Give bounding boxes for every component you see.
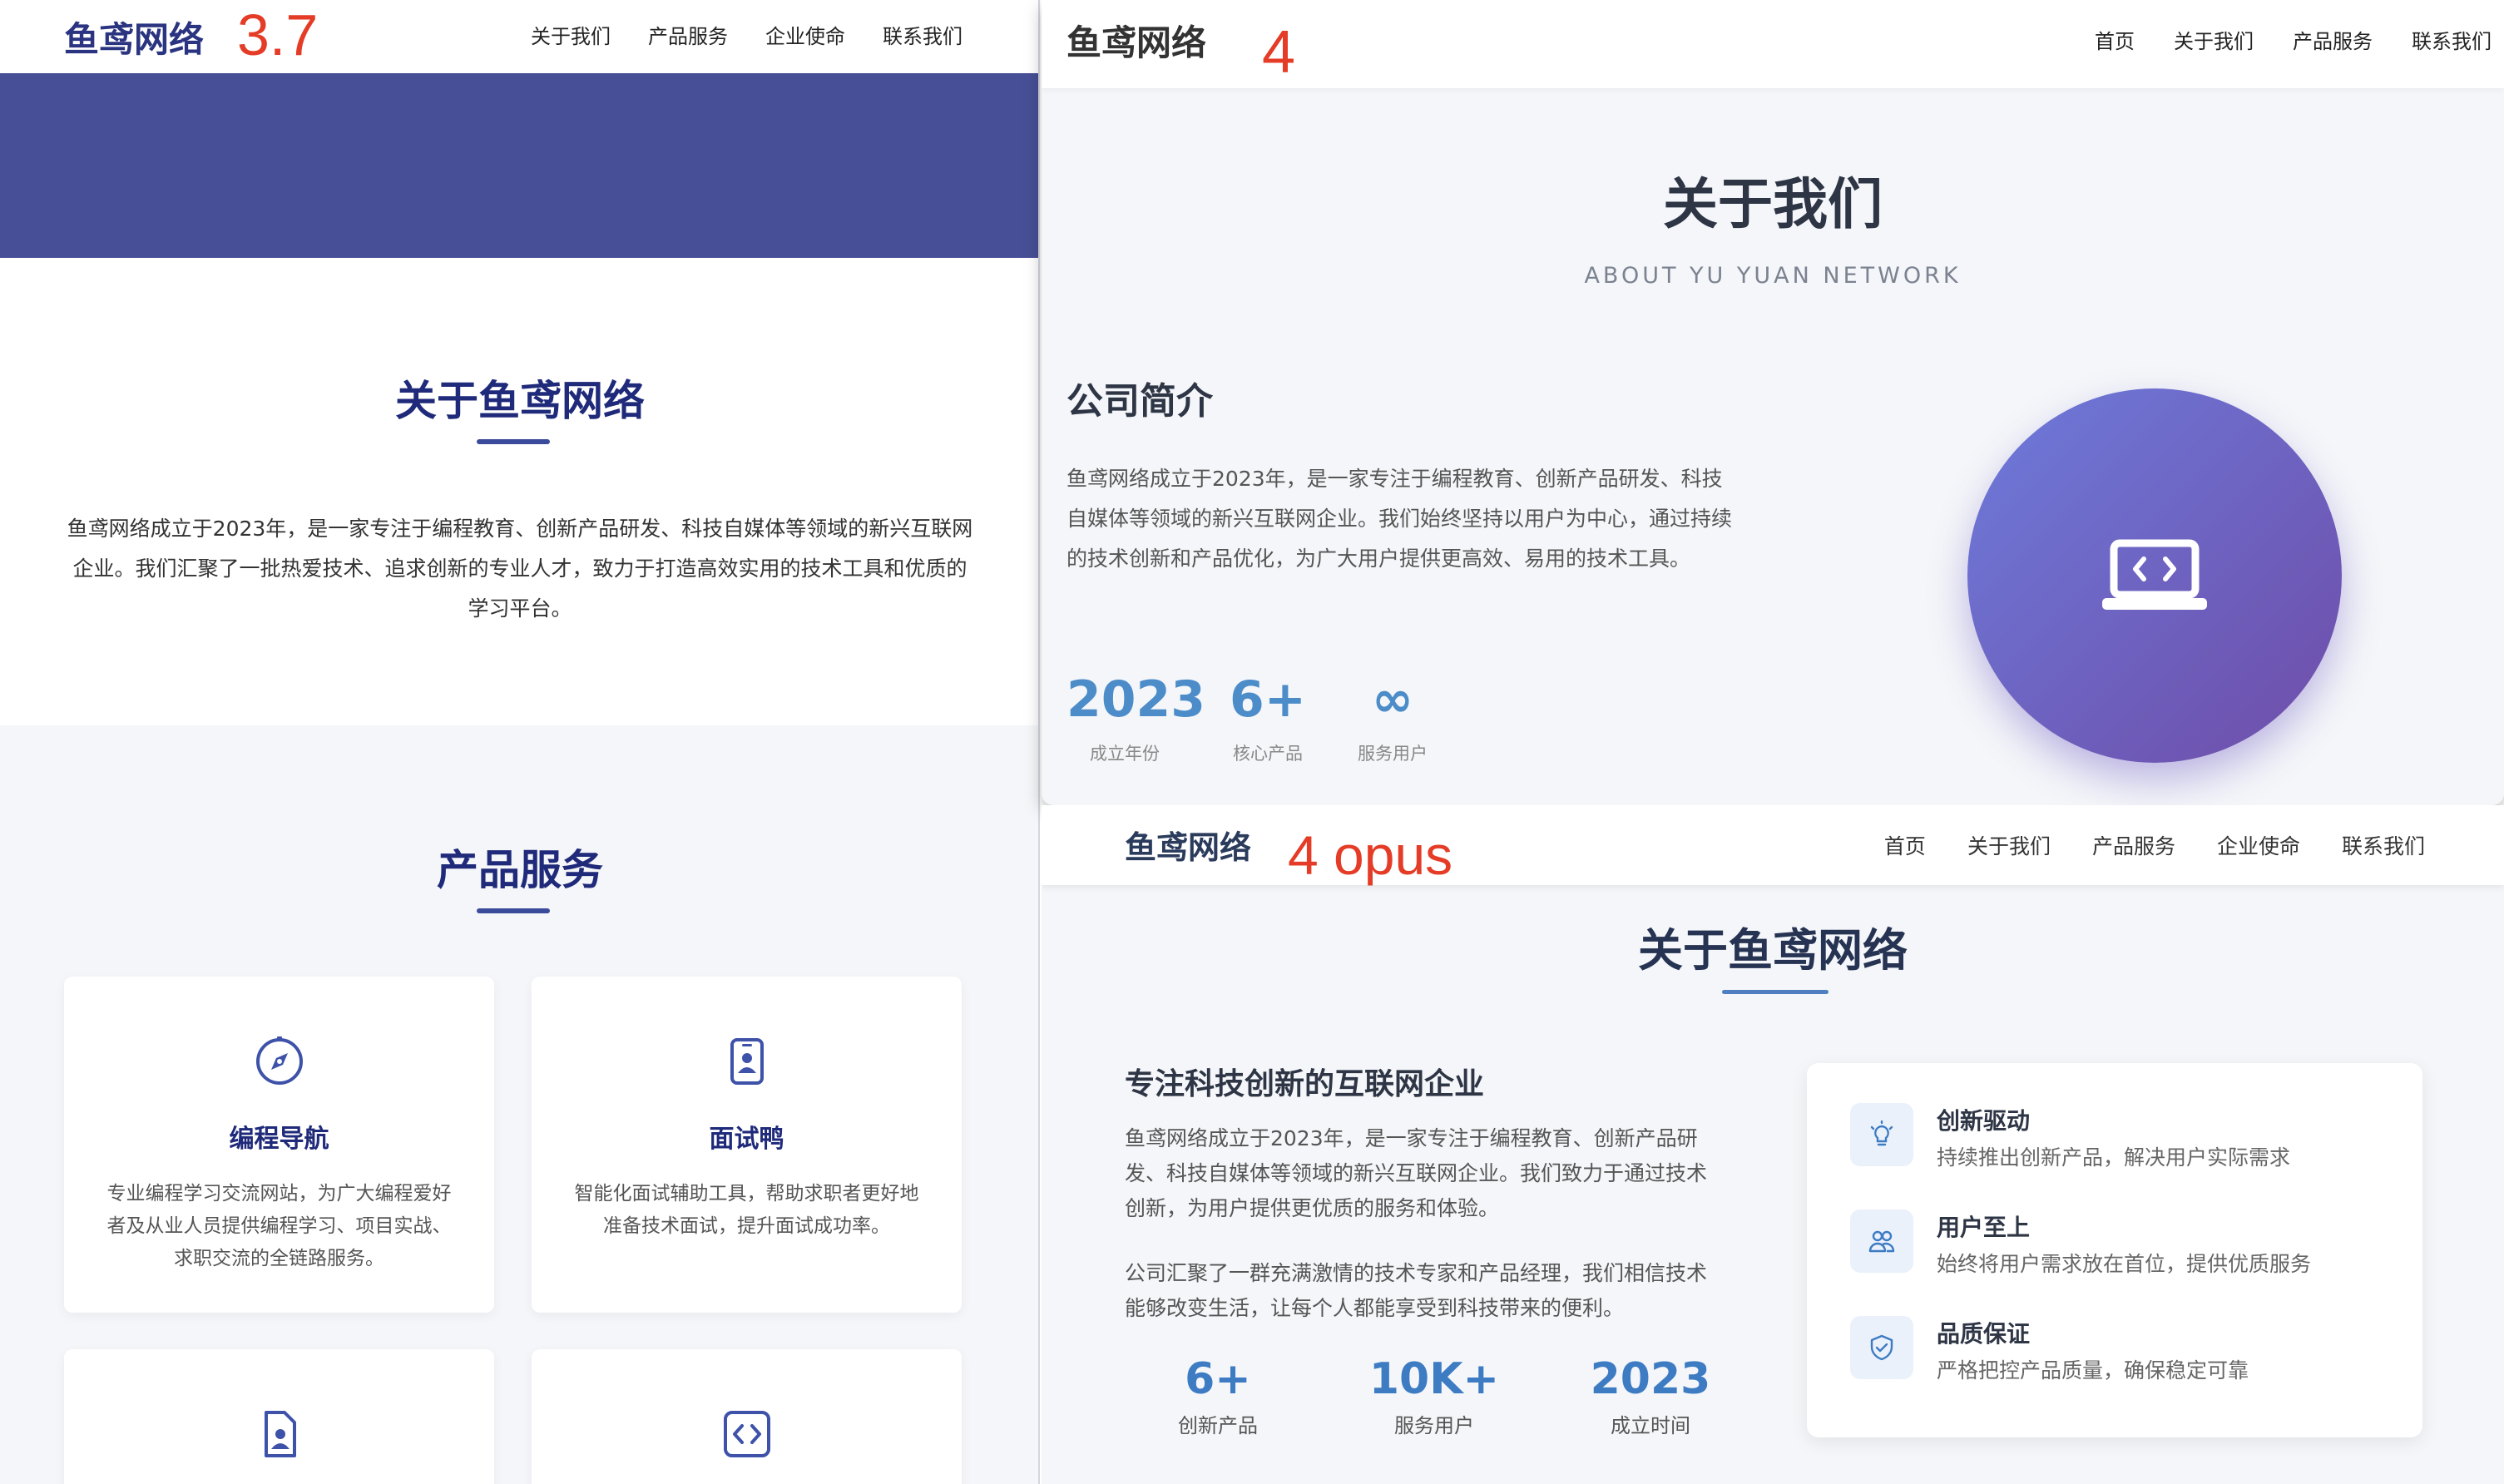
product-card[interactable]: 编程导航 专业编程学习交流网站，为广大编程爱好者及从业人员提供编程学习、项目实战…: [64, 977, 494, 1313]
logo[interactable]: 鱼鸢网络: [1066, 15, 1206, 66]
nav-link-products[interactable]: 产品服务: [648, 20, 728, 49]
feature-title: 创新驱动: [1937, 1107, 2031, 1135]
nav-link-mission[interactable]: 企业使命: [2217, 830, 2300, 860]
card-desc: 智能化面试辅助工具，帮助求职者更好地准备技术面试，提升面试成功率。: [574, 1183, 919, 1237]
card-desc: 专业编程学习交流网站，为广大编程爱好者及从业人员提供编程学习、项目实战、求职交流…: [106, 1183, 452, 1269]
card-title: 面试鸭: [709, 1125, 784, 1154]
navbar: 鱼鸢网络 3.7 关于我们 产品服务 企业使命 联系我们: [0, 0, 1038, 73]
hero-subtitle: ABOUT YU YUAN NETWORK: [1584, 263, 1962, 289]
nav-link-contact[interactable]: 联系我们: [2412, 25, 2492, 54]
feature-desc: 始终将用户需求放在首位，提供优质服务: [1937, 1252, 2312, 1276]
version-4-panel: 鱼鸢网络 4 首页 关于我们 产品服务 联系我们 关于我们 ABOUT YU Y…: [1042, 0, 2504, 805]
about-title: 关于鱼鸢网络: [395, 377, 645, 425]
stat-item: 6+ 核心产品: [1218, 670, 1318, 765]
hero-title: 关于鱼鸢网络: [1638, 924, 1908, 977]
feature-item: 创新驱动 持续推出创新产品，解决用户实际需求: [1850, 1103, 2399, 1186]
shield-check-icon: [1870, 1334, 1893, 1361]
stat-number: 10K+: [1368, 1354, 1500, 1404]
section-title: 专注科技创新的互联网企业: [1125, 1067, 1485, 1101]
company-intro: 鱼鸢网络成立于2023年，是一家专注于编程教育、创新产品研发、科技自媒体等领域的…: [1066, 467, 1733, 571]
product-card[interactable]: [532, 1349, 962, 1484]
nav-links: 关于我们 产品服务 企业使命 联系我们: [531, 20, 963, 49]
stat-item: 10K+ 服务用户: [1351, 1354, 1517, 1438]
stat-label: 成立时间: [1611, 1414, 1690, 1437]
hero-circle: [1967, 388, 2342, 763]
stat-number: ∞: [1372, 670, 1413, 729]
feature-title: 用户至上: [1937, 1214, 2031, 1241]
version-label: 4: [1262, 19, 1296, 86]
nav-link-products[interactable]: 产品服务: [2092, 830, 2175, 860]
stat-label: 核心产品: [1233, 744, 1303, 764]
section-title: 公司简介: [1066, 380, 1213, 423]
nav-links: 首页 关于我们 产品服务 企业使命 联系我们: [1884, 830, 2425, 860]
version-3-7-panel: 鱼鸢网络 3.7 关于我们 产品服务 企业使命 联系我们 关于鱼鸢网络 鱼鸢网络…: [0, 0, 1040, 1484]
product-card[interactable]: 面试鸭 智能化面试辅助工具，帮助求职者更好地准备技术面试，提升面试成功率。: [532, 977, 962, 1313]
stat-item: 2023 成立年份: [1066, 670, 1205, 765]
stat-number: 2023: [1590, 1354, 1711, 1404]
services-title: 产品服务: [437, 846, 603, 894]
feature-item: 用户至上 始终将用户需求放在首位，提供优质服务: [1850, 1209, 2399, 1293]
nav-link-home[interactable]: 首页: [2095, 25, 2135, 54]
nav-link-products[interactable]: 产品服务: [2293, 25, 2373, 54]
feature-item: 品质保证 严格把控产品质量，确保稳定可靠: [1850, 1316, 2399, 1399]
stat-label: 服务用户: [1394, 1414, 1474, 1437]
id-badge-icon: [730, 1038, 764, 1085]
version-label: 3.7: [237, 2, 319, 67]
nav-link-contact[interactable]: 联系我们: [883, 20, 963, 49]
title-underline: [477, 439, 550, 444]
title-underline: [1722, 990, 1829, 994]
stat-item: 6+ 创新产品: [1135, 1354, 1301, 1438]
stat-item: ∞ 服务用户: [1343, 670, 1443, 765]
laptop-code-icon: [2102, 539, 2207, 610]
code-icon: [723, 1411, 770, 1457]
navbar: 鱼鸢网络 4 opus 首页 关于我们 产品服务 企业使命 联系我们: [1042, 805, 2504, 886]
hero-banner: [0, 73, 1038, 258]
nav-link-about[interactable]: 关于我们: [1967, 830, 2051, 860]
stat-number: 6+: [1185, 1354, 1251, 1404]
nav-link-contact[interactable]: 联系我们: [2342, 830, 2425, 860]
stat-label: 创新产品: [1178, 1414, 1258, 1437]
intro-paragraph: 鱼鸢网络成立于2023年，是一家专注于编程教育、创新产品研发、科技自媒体等领域的…: [1125, 1126, 1708, 1220]
nav-link-mission[interactable]: 企业使命: [765, 20, 845, 49]
stat-item: 2023 成立时间: [1567, 1354, 1734, 1438]
version-label: 4 opus: [1288, 824, 1453, 886]
title-underline: [477, 908, 550, 913]
nav-link-home[interactable]: 首页: [1884, 830, 1926, 860]
logo[interactable]: 鱼鸢网络: [64, 12, 204, 62]
version-4-opus-panel: 鱼鸢网络 4 opus 首页 关于我们 产品服务 企业使命 联系我们 关于鱼鸢网…: [1042, 805, 2504, 1484]
feature-desc: 严格把控产品质量，确保稳定可靠: [1937, 1358, 2249, 1383]
compass-icon: [255, 1036, 303, 1085]
stat-number: 6+: [1229, 670, 1307, 729]
about-text: 鱼鸢网络成立于2023年，是一家专注于编程教育、创新产品研发、科技自媒体等领域的…: [67, 517, 973, 621]
users-icon: [1868, 1230, 1895, 1253]
intro-paragraph: 公司汇聚了一群充满激情的技术专家和产品经理，我们相信技术能够改变生活，让每个人都…: [1125, 1261, 1708, 1320]
stat-label: 成立年份: [1090, 744, 1160, 764]
hero-title: 关于我们: [1663, 172, 1883, 236]
product-card[interactable]: [64, 1349, 494, 1484]
stat-number: 2023: [1066, 670, 1205, 729]
features-card: 创新驱动 持续推出创新产品，解决用户实际需求 用户至上 始终将用户需求放在首位，…: [1807, 1063, 2422, 1437]
nav-link-about[interactable]: 关于我们: [531, 20, 611, 49]
card-title: 编程导航: [229, 1125, 329, 1154]
stat-label: 服务用户: [1358, 744, 1428, 764]
nav-links: 首页 关于我们 产品服务 联系我们: [2095, 25, 2492, 54]
feature-title: 品质保证: [1937, 1320, 2031, 1348]
nav-link-about[interactable]: 关于我们: [2174, 25, 2254, 54]
lightbulb-icon: [1870, 1120, 1893, 1146]
navbar: 鱼鸢网络 4 首页 关于我们 产品服务 联系我们: [1042, 0, 2504, 88]
logo[interactable]: 鱼鸢网络: [1125, 822, 1251, 868]
file-user-icon: [264, 1411, 296, 1457]
feature-desc: 持续推出创新产品，解决用户实际需求: [1937, 1145, 2291, 1170]
